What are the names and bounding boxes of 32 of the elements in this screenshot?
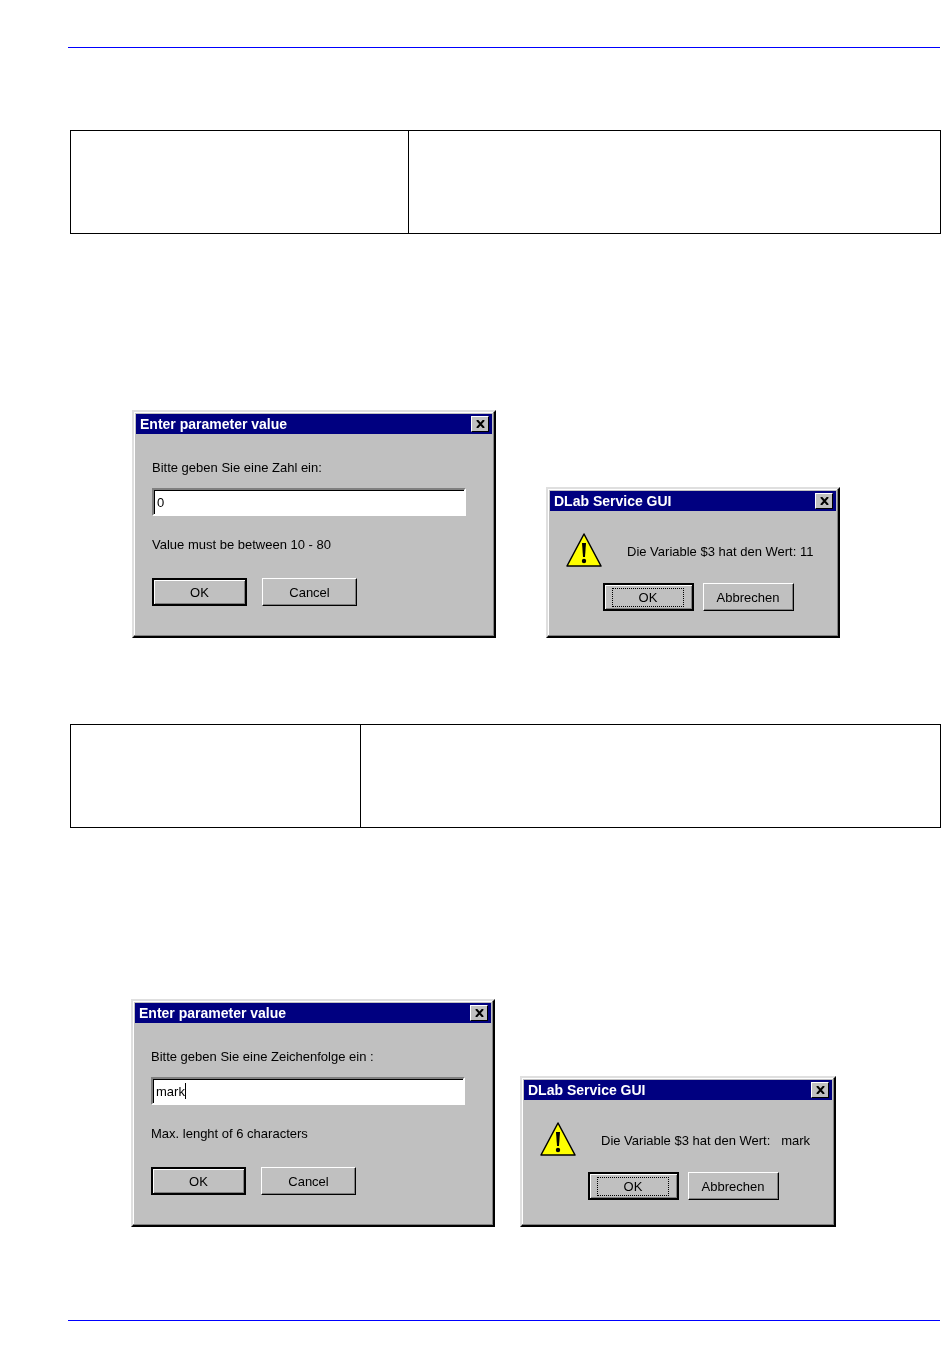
field-value: mark [156,1083,185,1099]
dialog-button[interactable]: Abbrechen [702,583,794,611]
close-icon [819,497,829,505]
dialog-button[interactable]: OK [152,578,247,606]
window-title: Enter parameter value [140,416,288,432]
field-value: 0 [157,494,165,510]
prompt-text: Bitte geben Sie eine Zeichenfolge ein : [151,1049,375,1064]
close-icon [475,420,485,428]
warning-icon [539,1121,577,1159]
close-icon [474,1009,484,1017]
close-icon [815,1086,825,1094]
dialog-button[interactable]: Cancel [262,578,357,606]
warning-icon [565,532,603,570]
message-text: Die Variable $3 hat den Wert: mark [601,1132,811,1148]
message-text: Die Variable $3 hat den Wert: 11 [627,543,814,559]
window-title: DLab Service GUI [528,1082,646,1098]
dialog-button[interactable]: OK [587,1172,679,1200]
close-button[interactable] [471,416,489,432]
dialog-button[interactable]: Abbrechen [687,1172,779,1200]
close-button[interactable] [815,493,833,509]
window-title: Enter parameter value [139,1005,287,1021]
dialog-button[interactable]: OK [151,1167,246,1195]
close-button[interactable] [470,1005,488,1021]
hint-text: Value must be between 10 - 80 [152,537,332,552]
window-title: DLab Service GUI [554,493,672,509]
prompt-text: Bitte geben Sie eine Zahl ein: [152,460,323,475]
close-button[interactable] [811,1082,829,1098]
hint-text: Max. lenght of 6 characters [151,1126,309,1141]
input-field[interactable]: 0 [152,488,466,516]
input-field[interactable]: mark [151,1077,465,1105]
dialog-button[interactable]: OK [602,583,694,611]
dialog-button[interactable]: Cancel [261,1167,356,1195]
